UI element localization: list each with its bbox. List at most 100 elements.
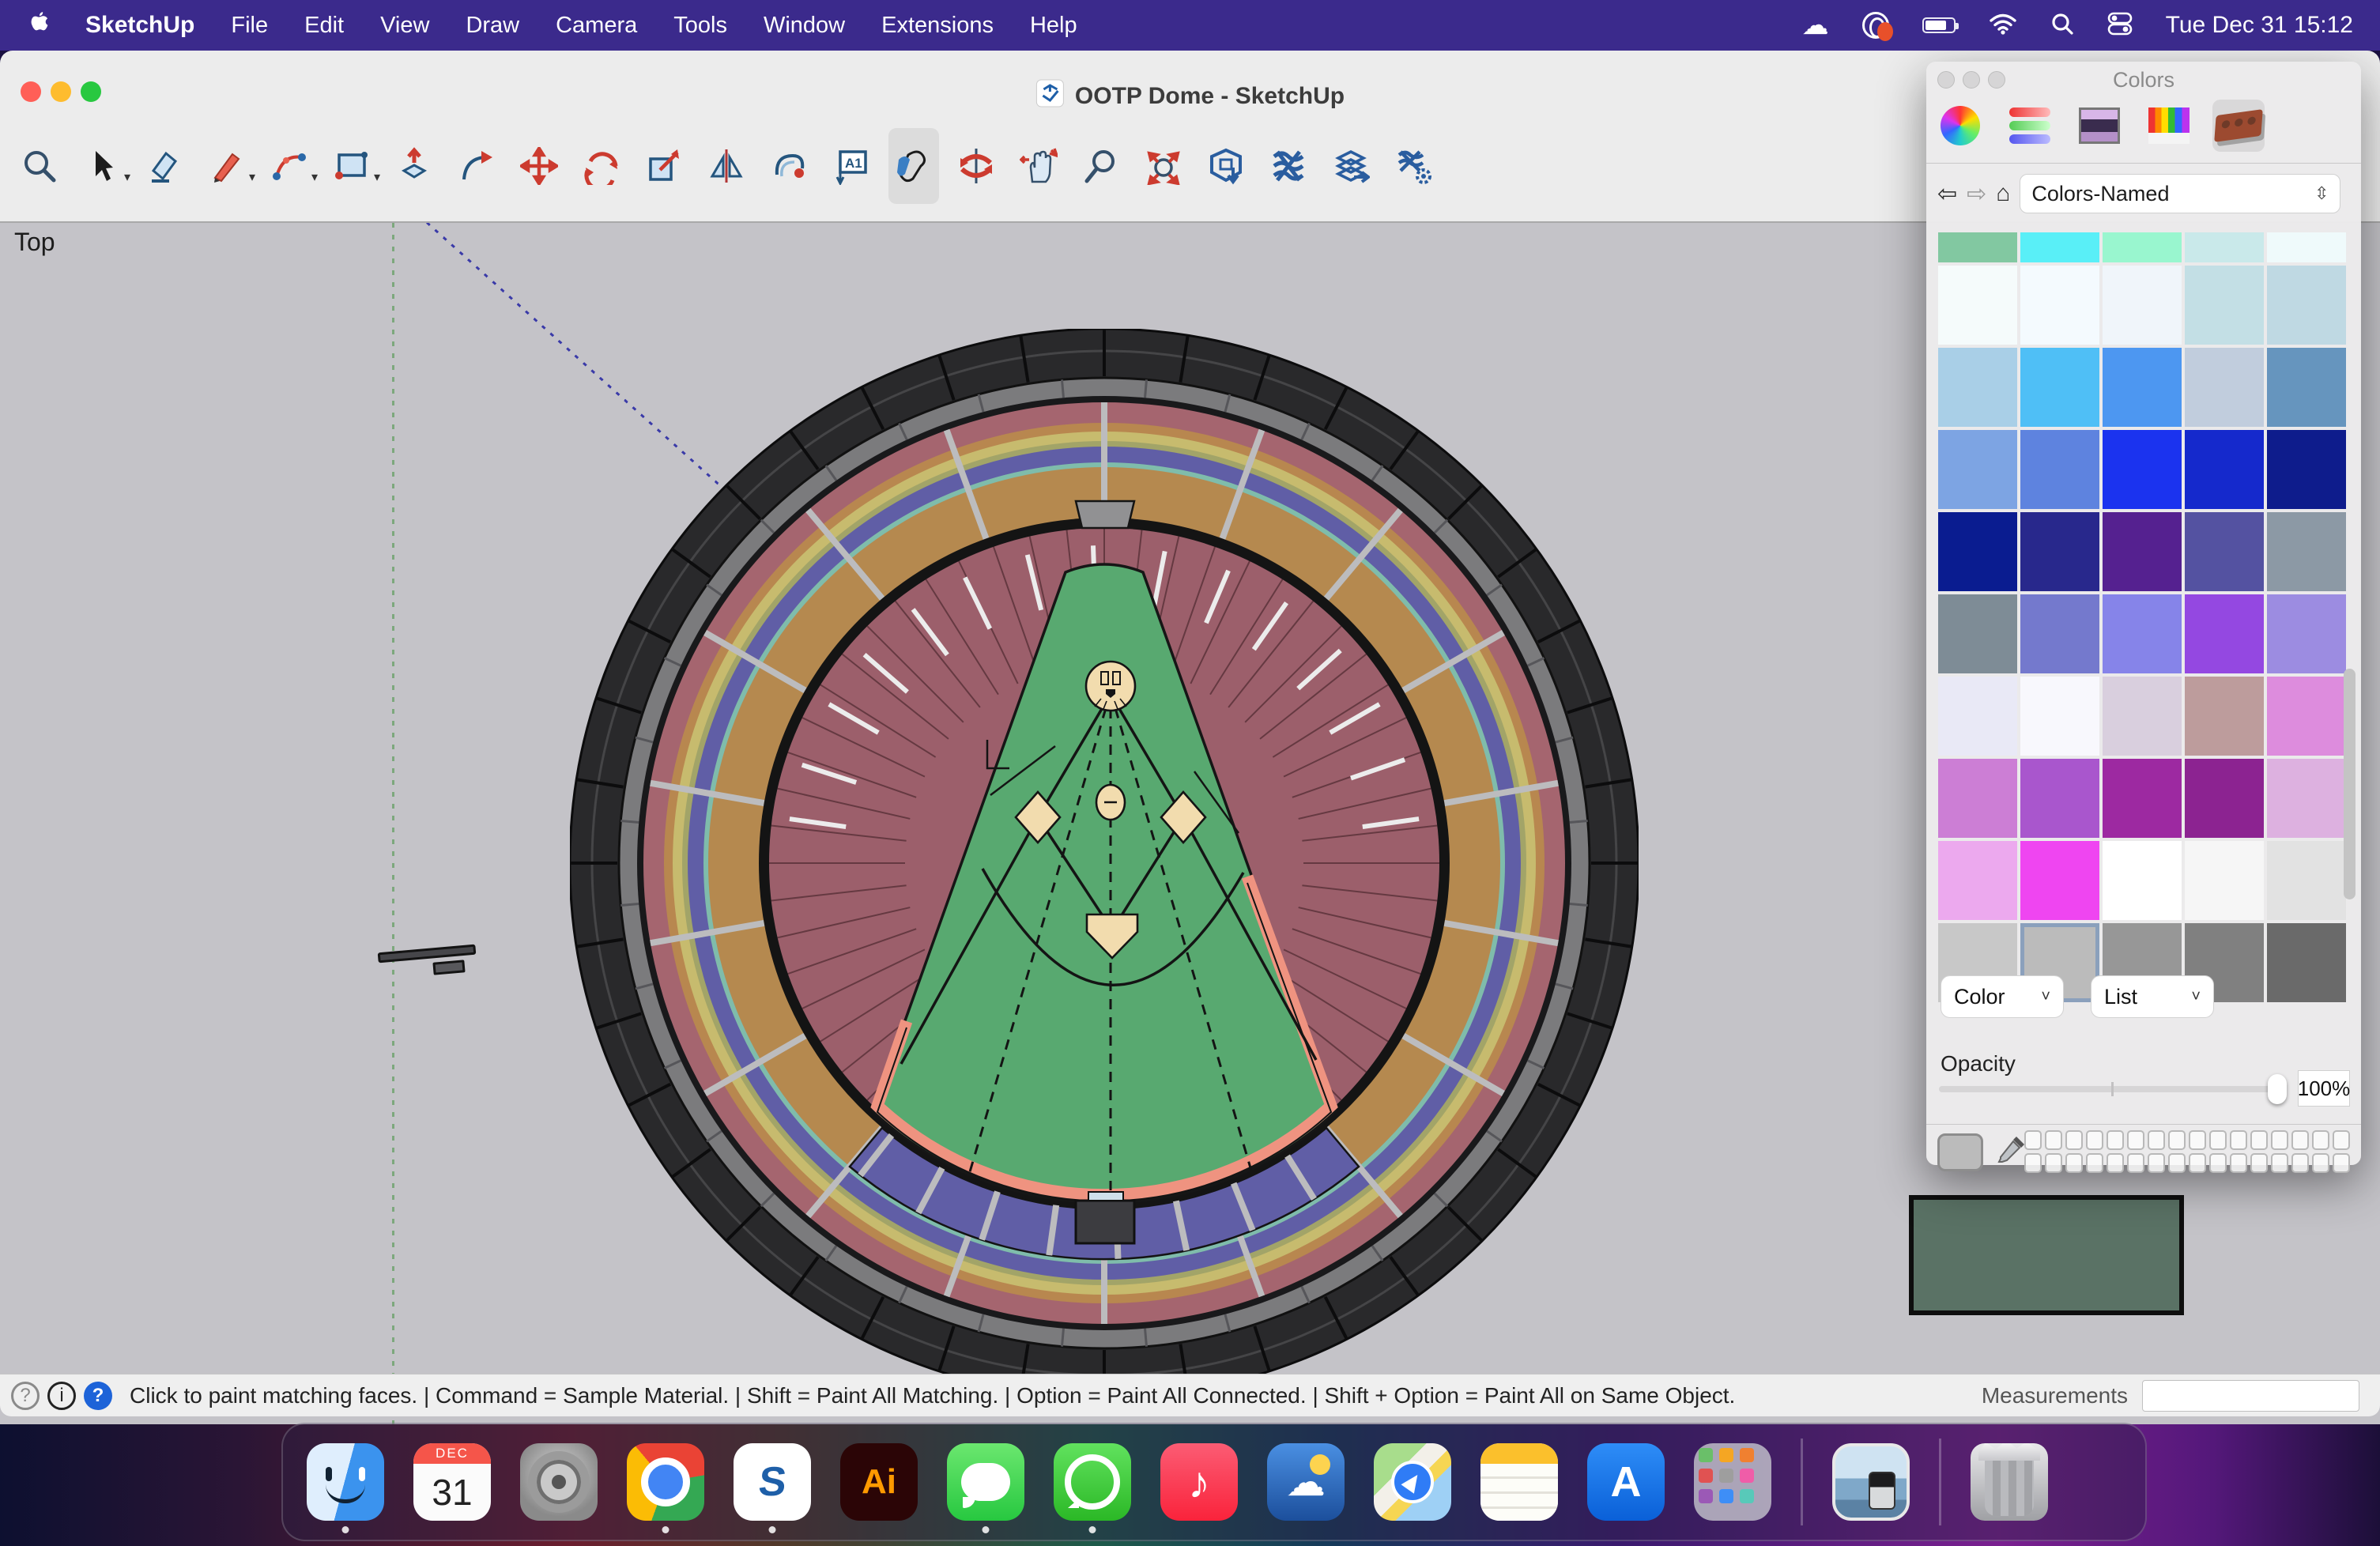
color-swatch[interactable]	[2185, 677, 2264, 756]
favorite-swatch-slots[interactable]	[2024, 1130, 2350, 1173]
close-button[interactable]	[21, 81, 41, 102]
cloud-icon[interactable]: ☁	[1802, 9, 1829, 41]
menu-item-tools[interactable]: Tools	[673, 13, 727, 39]
sandbox-smoove-tool-button[interactable]	[1388, 128, 1439, 204]
sandbox-scratch-tool-button[interactable]	[1326, 128, 1376, 204]
rotate-tool-button[interactable]	[576, 128, 627, 204]
notes-icon[interactable]	[1480, 1443, 1558, 1521]
back-arrow-icon[interactable]: ⇦	[1937, 180, 1957, 208]
color-swatch[interactable]	[1938, 430, 2017, 509]
color-swatch[interactable]	[1938, 266, 2017, 345]
help-icon[interactable]: ?	[84, 1382, 112, 1410]
color-swatch[interactable]	[2103, 677, 2182, 756]
paint-bucket-tool-button[interactable]	[888, 128, 939, 204]
dock-item-sketchup[interactable]: S	[734, 1443, 811, 1521]
colors-panel[interactable]: Colors ⇦ ⇨ ⌂ Colors-Named ⇳ Color ˅ List…	[1926, 62, 2361, 1165]
tab-image-palettes[interactable]	[2073, 100, 2125, 152]
credits-icon[interactable]: i	[47, 1382, 76, 1410]
arc-tool-button[interactable]: ▾	[264, 128, 315, 204]
color-swatch[interactable]	[2020, 677, 2099, 756]
zoom-tool-button[interactable]	[1076, 128, 1126, 204]
color-swatch[interactable]	[2185, 512, 2264, 591]
color-swatch[interactable]	[2103, 430, 2182, 509]
empty-swatch-slot[interactable]	[2127, 1130, 2144, 1150]
eraser-tool-button[interactable]	[139, 128, 190, 204]
color-swatch[interactable]	[2020, 232, 2099, 262]
color-swatch[interactable]	[2267, 841, 2346, 920]
color-swatch[interactable]	[2185, 348, 2264, 427]
wifi-icon[interactable]	[1989, 13, 2017, 39]
pan-tool-button[interactable]	[1013, 128, 1064, 204]
color-swatch[interactable]	[2267, 266, 2346, 345]
color-swatch[interactable]	[2185, 430, 2264, 509]
empty-swatch-slot[interactable]	[2312, 1153, 2329, 1173]
calendar-icon[interactable]: DEC31	[413, 1443, 491, 1521]
rectangle-tool-button[interactable]: ▾	[326, 128, 377, 204]
empty-swatch-slot[interactable]	[2291, 1153, 2309, 1173]
illustrator-icon[interactable]: Ai	[840, 1443, 918, 1521]
menu-item-draw[interactable]: Draw	[466, 13, 519, 39]
dock-item-launchpad[interactable]	[1694, 1443, 1771, 1521]
sandbox-contours-tool-button[interactable]	[1263, 128, 1314, 204]
control-center-icon[interactable]	[2107, 12, 2133, 40]
color-swatch[interactable]	[2267, 923, 2346, 1002]
empty-swatch-slot[interactable]	[2271, 1130, 2288, 1150]
color-swatch[interactable]	[2103, 841, 2182, 920]
color-swatch[interactable]	[2103, 594, 2182, 673]
empty-swatch-slot[interactable]	[2148, 1153, 2165, 1173]
color-swatch[interactable]	[1938, 841, 2017, 920]
appstore-icon[interactable]: A	[1587, 1443, 1665, 1521]
empty-swatch-slot[interactable]	[2045, 1153, 2062, 1173]
text-tool-button[interactable]: A1	[826, 128, 877, 204]
color-swatch[interactable]	[2103, 759, 2182, 838]
battery-icon[interactable]	[1922, 17, 1956, 33]
color-swatch[interactable]	[2103, 232, 2182, 262]
empty-swatch-slot[interactable]	[2333, 1153, 2350, 1173]
color-swatch[interactable]	[2267, 512, 2346, 591]
scoreboard[interactable]	[1076, 1201, 1134, 1243]
color-swatch[interactable]	[2185, 841, 2264, 920]
color-swatch[interactable]	[2020, 348, 2099, 427]
messages-icon[interactable]	[947, 1443, 1024, 1521]
dock-item-chrome[interactable]	[627, 1443, 704, 1521]
color-swatch[interactable]	[2267, 677, 2346, 756]
finder-icon[interactable]	[307, 1443, 384, 1521]
empty-swatch-slot[interactable]	[2209, 1153, 2227, 1173]
empty-swatch-slot[interactable]	[2189, 1153, 2206, 1173]
zoom-window-button[interactable]	[81, 81, 101, 102]
empty-swatch-slot[interactable]	[2107, 1153, 2124, 1173]
trash-icon[interactable]	[1971, 1443, 2048, 1521]
color-swatch[interactable]	[1938, 232, 2017, 262]
empty-swatch-slot[interactable]	[2024, 1130, 2042, 1150]
app-badge-icon[interactable]	[1862, 12, 1889, 39]
tab-material-brick[interactable]	[2212, 100, 2265, 152]
select-tool-button[interactable]: ▾	[77, 128, 127, 204]
opacity-slider-thumb[interactable]	[2268, 1074, 2287, 1104]
search-tool-button[interactable]	[14, 128, 65, 204]
color-swatch[interactable]	[1938, 759, 2017, 838]
tab-color-sliders[interactable]	[2004, 100, 2056, 152]
launchpad-icon[interactable]	[1694, 1443, 1771, 1521]
empty-swatch-slot[interactable]	[2168, 1153, 2186, 1173]
empty-swatch-slot[interactable]	[2148, 1130, 2165, 1150]
color-swatch[interactable]	[2020, 430, 2099, 509]
color-swatch[interactable]	[2020, 266, 2099, 345]
orbit-tool-button[interactable]	[951, 128, 1001, 204]
dock-item-minimized-window[interactable]	[1832, 1443, 1910, 1521]
color-swatch[interactable]	[2185, 266, 2264, 345]
color-swatch[interactable]	[2103, 266, 2182, 345]
active-app-name[interactable]: SketchUp	[85, 12, 194, 39]
color-swatch[interactable]	[2267, 594, 2346, 673]
search-icon[interactable]	[2050, 12, 2074, 40]
color-swatch[interactable]	[2103, 348, 2182, 427]
color-swatch[interactable]	[2020, 512, 2099, 591]
zoom-extents-tool-button[interactable]	[1138, 128, 1189, 204]
whatsapp-icon[interactable]	[1054, 1443, 1131, 1521]
music-icon[interactable]: ♪	[1160, 1443, 1238, 1521]
geolocation-icon[interactable]: ?	[11, 1382, 40, 1410]
dock-item-settings[interactable]	[520, 1443, 598, 1521]
empty-swatch-slot[interactable]	[2107, 1130, 2124, 1150]
color-swatch[interactable]	[1938, 594, 2017, 673]
flip-tool-button[interactable]	[701, 128, 752, 204]
empty-swatch-slot[interactable]	[2291, 1130, 2309, 1150]
